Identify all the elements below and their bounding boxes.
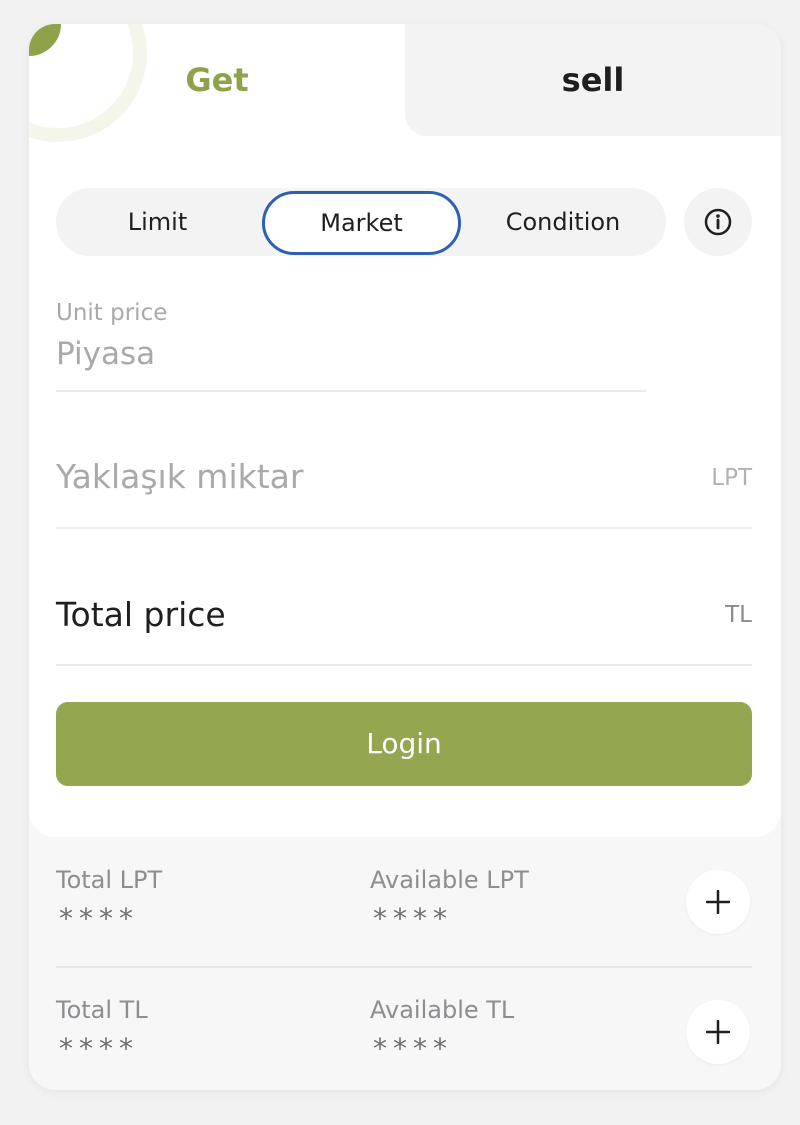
total-price-divider (56, 664, 752, 666)
order-type-condition[interactable]: Condition (460, 188, 666, 256)
order-type-segment: Limit Market Condition (56, 188, 666, 256)
available-lpt-value: **** (373, 902, 453, 935)
balance-divider (56, 966, 752, 968)
trade-card: Get sell Limit Market Condition Unit pri… (29, 24, 781, 1090)
order-form-panel: Get sell Limit Market Condition Unit pri… (29, 24, 781, 837)
available-lpt-label: Available LPT (370, 866, 529, 894)
tab-get[interactable]: Get (29, 60, 405, 100)
unit-price-field: Piyasa (56, 336, 156, 372)
amount-input[interactable]: Yaklaşık miktar (56, 457, 303, 496)
available-tl-value: **** (373, 1032, 453, 1065)
order-type-market[interactable]: Market (262, 191, 461, 255)
order-type-limit[interactable]: Limit (56, 188, 259, 256)
total-lpt-label: Total LPT (56, 866, 163, 894)
info-button[interactable] (684, 188, 752, 256)
total-tl-label: Total TL (56, 996, 148, 1024)
amount-divider (56, 527, 752, 529)
add-lpt-button[interactable] (686, 870, 750, 934)
total-price-unit: TL (725, 602, 752, 628)
total-price-field[interactable]: Total price (56, 595, 226, 634)
login-button[interactable]: Login (56, 702, 752, 786)
info-icon (704, 208, 732, 236)
plus-icon (706, 890, 730, 914)
amount-unit: LPT (711, 465, 752, 491)
add-tl-button[interactable] (686, 1000, 750, 1064)
total-tl-value: **** (59, 1032, 139, 1065)
unit-price-divider (56, 390, 646, 392)
unit-price-label: Unit price (56, 300, 168, 326)
total-lpt-value: **** (59, 902, 139, 935)
tab-sell[interactable]: sell (405, 60, 781, 100)
available-tl-label: Available TL (370, 996, 515, 1024)
plus-icon (706, 1020, 730, 1044)
